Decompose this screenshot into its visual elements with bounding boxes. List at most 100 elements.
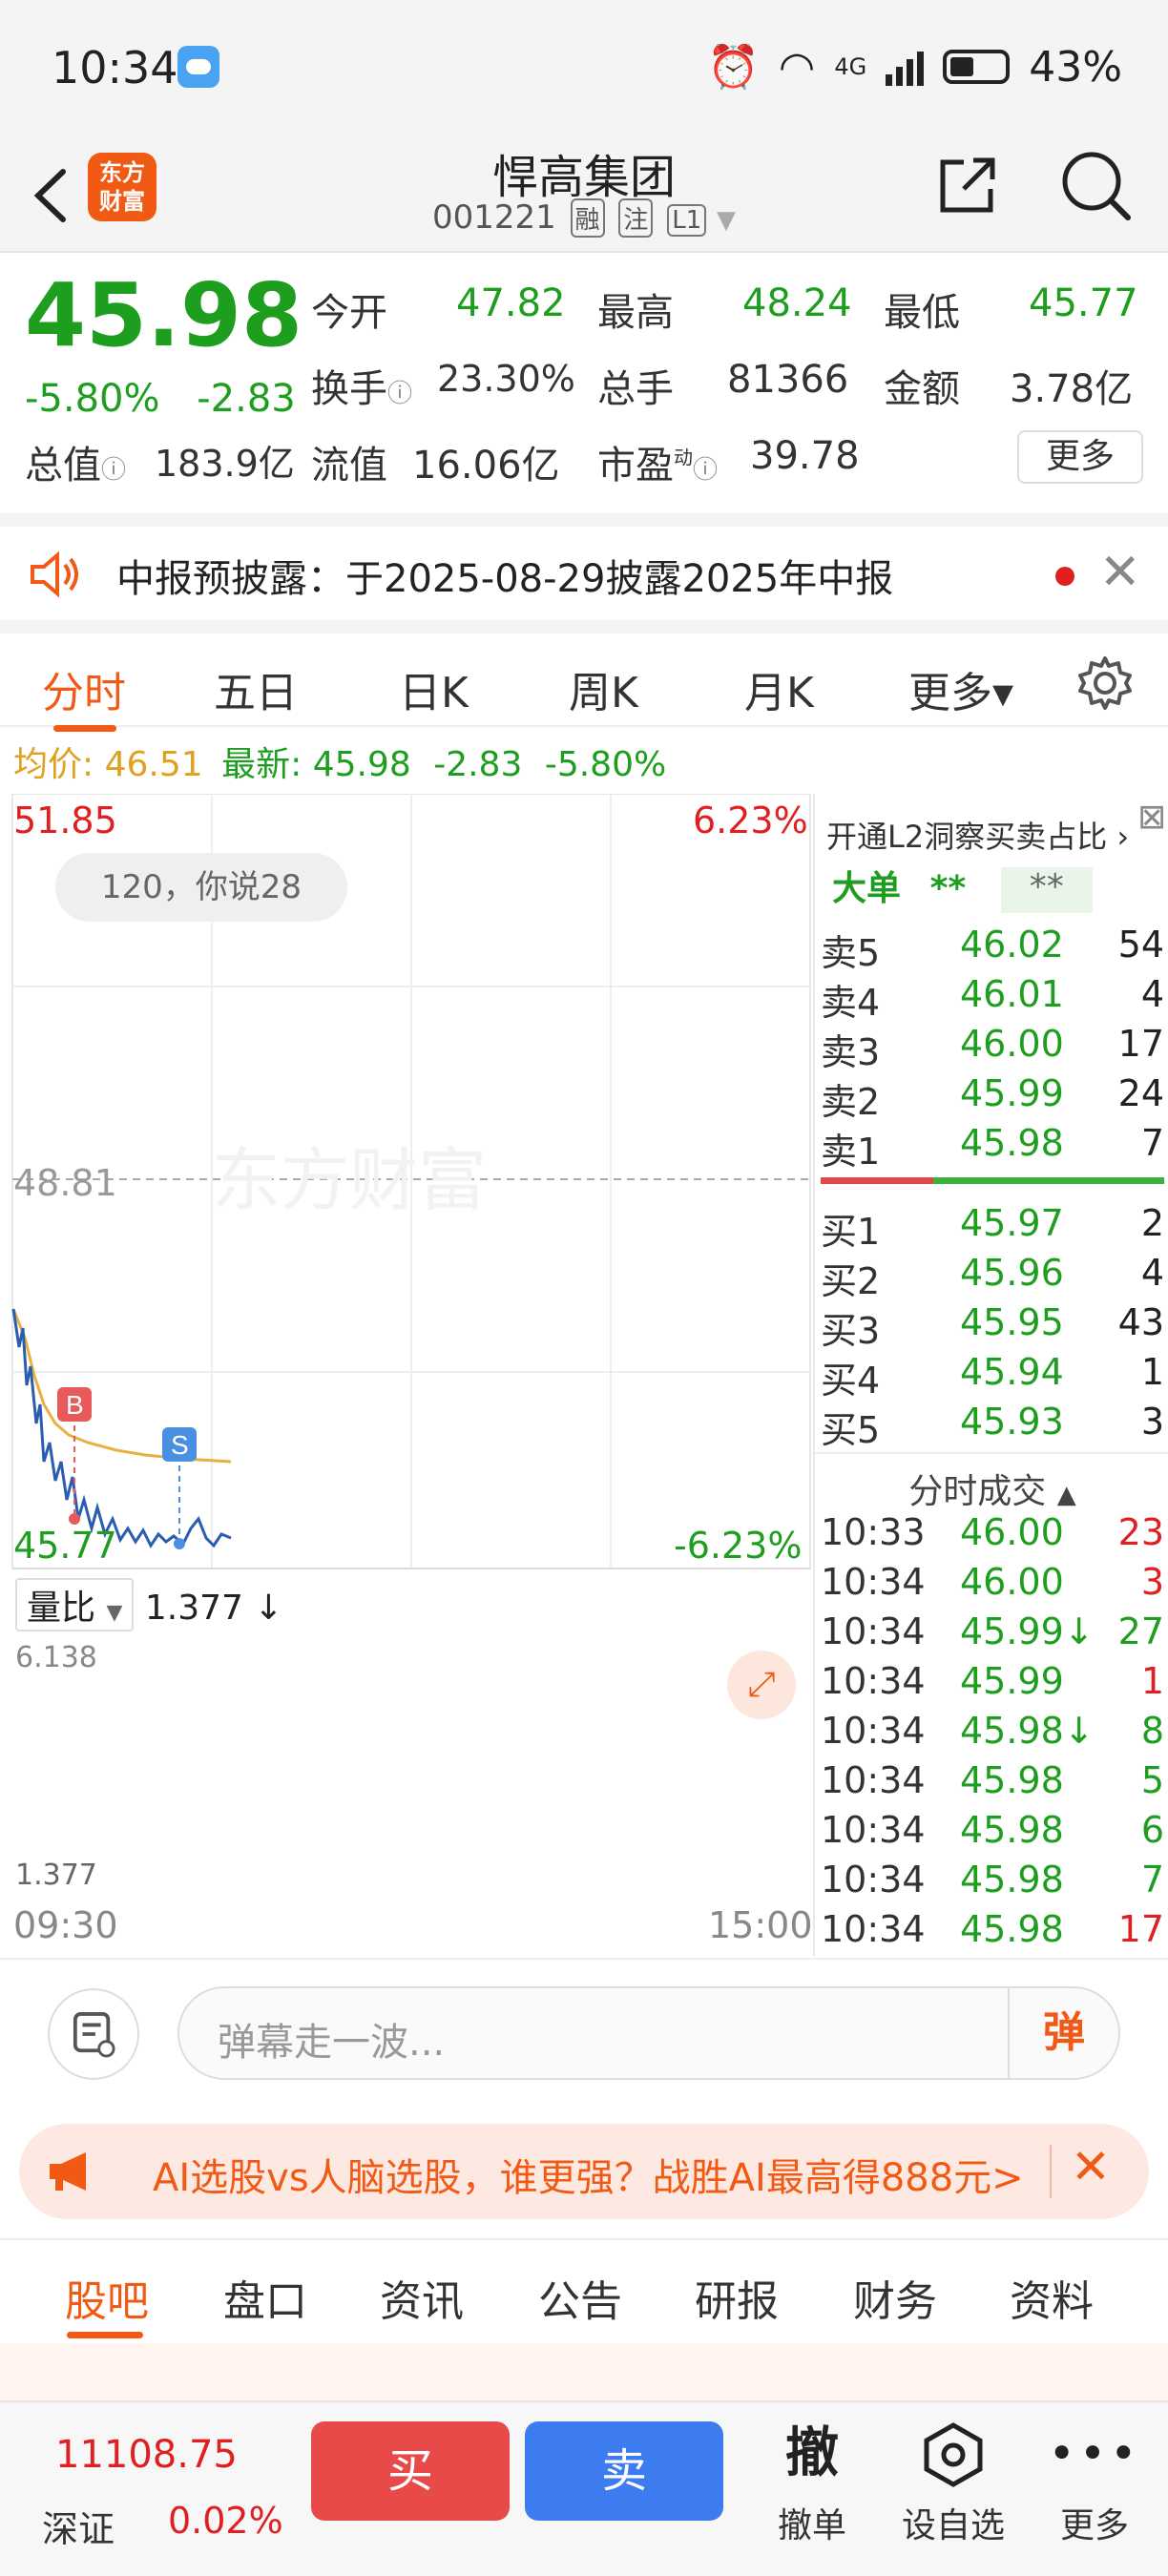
search-icon[interactable]	[1057, 147, 1134, 223]
ask-row[interactable]: 卖1 45.98 7	[815, 1122, 1168, 1173]
buy-button[interactable]: 买	[311, 2421, 510, 2521]
avg-latest-line: 均价: 46.51 最新: 45.98 -2.83 -5.80%	[13, 737, 666, 786]
sell-marker-label: S	[171, 1430, 189, 1460]
trade-row: 10:34 45.98 5	[821, 1759, 1164, 1801]
tab-orderbook[interactable]: 盘口	[223, 2267, 307, 2328]
tab-research[interactable]: 研报	[695, 2267, 779, 2328]
close-icon[interactable]: ✕	[1099, 544, 1141, 601]
open-label: 今开	[311, 291, 387, 335]
megaphone-icon	[50, 2152, 86, 2191]
trade-row: 10:34 45.98 17	[821, 1908, 1164, 1950]
y-axis-low: 45.77	[13, 1525, 117, 1567]
y-axis-low-pct: -6.23%	[674, 1525, 803, 1567]
tab-announcements[interactable]: 公告	[538, 2267, 622, 2328]
danmaku-toggle-button[interactable]: 弹	[1008, 1988, 1118, 2078]
bid-row[interactable]: 买4 45.94 1	[815, 1351, 1168, 1402]
add-watchlist-button[interactable]: 设自选	[891, 2416, 1015, 2547]
share-icon[interactable]	[935, 151, 1002, 218]
bid-row[interactable]: 买3 45.95 43	[815, 1301, 1168, 1352]
latest-pct: -5.80%	[544, 745, 667, 784]
tab-monthly-k[interactable]: 月K	[744, 658, 814, 719]
promo-text: AI选股vs人脑选股，谁更强？战胜AI最高得888元>	[153, 2156, 1024, 2200]
volume-label: 总手	[597, 367, 674, 411]
cancel-order-button[interactable]: 撤 撤单	[750, 2416, 874, 2547]
caret-up-icon: ▲	[1056, 1481, 1076, 1509]
network-label: 4G	[834, 53, 867, 80]
high-label: 最高	[597, 291, 674, 335]
danmaku-input[interactable]: 弹幕走一波... 弹	[177, 1986, 1120, 2080]
promo-banner[interactable]: AI选股vs人脑选股，谁更强？战胜AI最高得888元> ✕	[19, 2124, 1149, 2219]
caret-down-icon[interactable]: ▼	[717, 206, 736, 235]
volume-ratio-value: 1.377	[144, 1589, 243, 1628]
tab-daily-k[interactable]: 日K	[399, 658, 469, 719]
settings-gear-icon[interactable]	[1076, 654, 1134, 712]
battery-icon	[943, 50, 1011, 84]
expand-icon[interactable]: ⤢	[727, 1651, 796, 1719]
notice-bar[interactable]: 中报预披露：于2025-08-29披露2025年中报 ✕	[0, 513, 1168, 620]
battery-level: 43%	[1029, 42, 1122, 92]
tab-profile[interactable]: 资料	[1010, 2267, 1094, 2328]
y-axis-high: 51.85	[13, 800, 117, 841]
tab-forum[interactable]: 股吧	[65, 2267, 149, 2328]
unread-dot	[1055, 567, 1074, 586]
float-label: 流值	[311, 444, 387, 488]
close-icon[interactable]: ⊠	[1137, 798, 1166, 837]
add-watchlist-label: 设自选	[901, 2506, 1005, 2545]
chevron-right-icon: ›	[1116, 819, 1130, 855]
cancel-order-icon: 撤	[785, 2422, 839, 2484]
chart-tabs: 分时 五日 日K 周K 月K 更多▾	[0, 620, 1168, 732]
hexagon-icon	[891, 2416, 1015, 2492]
trade-row: 10:34 45.98 6	[821, 1809, 1164, 1851]
ask-row[interactable]: 卖4 46.01 4	[815, 973, 1168, 1024]
volume-indicator[interactable]: 量比 ▼ 1.377 ↓	[15, 1578, 283, 1631]
high-value: 48.24	[742, 281, 852, 325]
latest-change: -2.83	[433, 745, 523, 784]
cancel-order-label: 撤单	[777, 2506, 846, 2545]
low-label: 最低	[884, 291, 960, 335]
trade-row: 10:34 45.98 7	[821, 1859, 1164, 1901]
bid-row[interactable]: 买2 45.96 4	[815, 1252, 1168, 1302]
bid-row[interactable]: 买5 45.93 3	[815, 1401, 1168, 1451]
change-pct: -5.80%	[25, 377, 160, 421]
alarm-icon: ⏰	[707, 43, 760, 92]
price-change: -5.80% -2.83	[25, 377, 321, 421]
danmaku-settings-icon[interactable]	[48, 1988, 139, 2080]
big-order-row: 大单 ** **	[832, 861, 1093, 913]
index-value[interactable]: 11108.75	[55, 2433, 238, 2477]
ask-row[interactable]: 卖3 46.00 17	[815, 1023, 1168, 1073]
status-bar: 10:34 ⏰ ◠ 4G 43%	[0, 0, 1168, 134]
trades-title[interactable]: 分时成交 ▲	[815, 1452, 1168, 1513]
bid-row[interactable]: 买1 45.97 2	[815, 1202, 1168, 1253]
danmaku-placeholder: 弹幕走一波...	[218, 2021, 446, 2065]
more-actions-button[interactable]: ••• 更多	[1032, 2416, 1157, 2547]
danmaku-bubble[interactable]: 120，你说28	[55, 853, 347, 922]
tab-weekly-k[interactable]: 周K	[569, 658, 638, 719]
avg-value: 46.51	[104, 745, 203, 784]
sell-button[interactable]: 卖	[525, 2421, 723, 2521]
trade-row: 10:34 45.99 1	[821, 1660, 1164, 1702]
l2-promo-link[interactable]: 开通L2洞察买卖占比 ›	[826, 813, 1129, 857]
close-icon[interactable]: ✕	[1071, 2139, 1111, 2194]
quote-panel: 45.98 -5.80% -2.83 今开 47.82 最高 48.24 最低 …	[0, 255, 1168, 510]
y-axis-prev-close: 48.81	[13, 1162, 117, 1204]
volume-value: 81366	[727, 358, 849, 402]
more-quote-button[interactable]: 更多	[1017, 430, 1143, 484]
latest-label: 最新:	[221, 745, 302, 784]
tab-news[interactable]: 资讯	[380, 2267, 464, 2328]
ask-row[interactable]: 卖2 45.99 24	[815, 1072, 1168, 1123]
wifi-icon: ◠	[778, 42, 816, 92]
volume-axis-bottom: 1.377	[15, 1859, 97, 1892]
more-dots-icon: •••	[1048, 2427, 1141, 2481]
ask-row[interactable]: 卖5 46.02 54	[815, 924, 1168, 974]
pe-label: 市盈动ⓘ	[597, 444, 719, 488]
content-tabs: 股吧 盘口 资讯 公告 研报 财务 资料	[0, 2238, 1168, 2343]
tab-intraday[interactable]: 分时	[42, 658, 126, 719]
tab-more[interactable]: 更多▾	[908, 658, 1013, 719]
tab-five-day[interactable]: 五日	[214, 658, 298, 719]
status-time: 10:34	[52, 42, 178, 93]
trade-row: 10:34 46.00 3	[821, 1561, 1164, 1603]
stock-header: 东方 财富 悍高集团 001221 融 注 L1 ▼	[0, 134, 1168, 253]
tab-financials[interactable]: 财务	[853, 2267, 937, 2328]
tag-margin: 融	[570, 198, 605, 238]
low-value: 45.77	[1029, 281, 1138, 325]
